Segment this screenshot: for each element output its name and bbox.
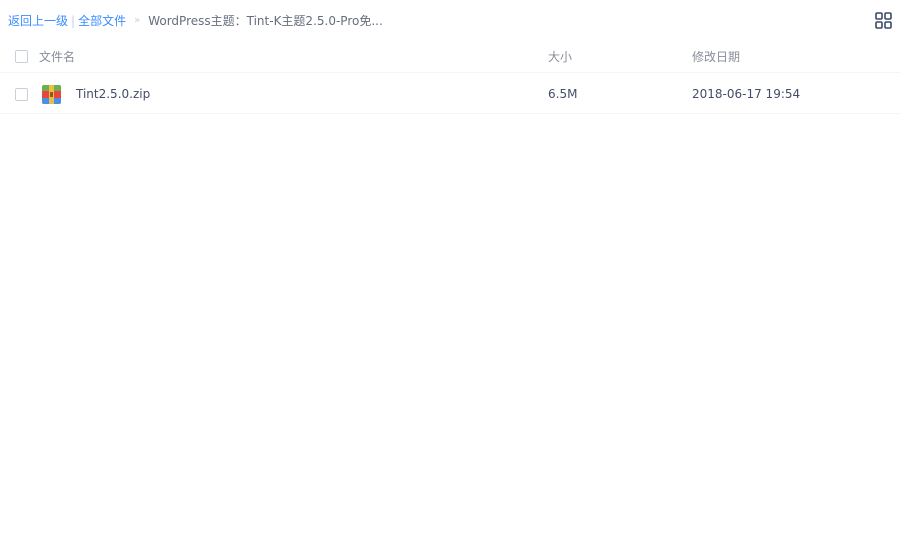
file-size: 6.5M xyxy=(548,87,578,101)
column-header-name[interactable]: 文件名 xyxy=(39,48,75,65)
table-header: 文件名 大小 修改日期 xyxy=(0,40,900,73)
grid-view-icon[interactable] xyxy=(875,12,892,29)
all-files-link[interactable]: 全部文件 xyxy=(78,12,126,30)
zip-archive-icon xyxy=(42,84,61,104)
current-folder-label: WordPress主题：Tint-K主题2.5.0-Pro免... xyxy=(148,14,383,28)
column-header-modified[interactable]: 修改日期 xyxy=(692,48,740,65)
breadcrumb-arrow: » xyxy=(134,15,141,26)
table-row[interactable]: Tint2.5.0.zip 6.5M 2018-06-17 19:54 xyxy=(0,75,900,114)
file-name[interactable]: Tint2.5.0.zip xyxy=(76,87,150,101)
file-browser: 返回上一级 | 全部文件 » WordPress主题：Tint-K主题2.5.0… xyxy=(0,0,900,536)
breadcrumb-separator: | xyxy=(71,14,76,28)
column-header-size[interactable]: 大小 xyxy=(548,48,572,65)
select-all-checkbox[interactable] xyxy=(15,49,28,63)
breadcrumb: 返回上一级 | 全部文件 » WordPress主题：Tint-K主题2.5.0… xyxy=(8,12,383,30)
row-checkbox[interactable] xyxy=(15,87,28,101)
back-link[interactable]: 返回上一级 xyxy=(8,12,68,30)
file-modified-date: 2018-06-17 19:54 xyxy=(692,87,801,101)
